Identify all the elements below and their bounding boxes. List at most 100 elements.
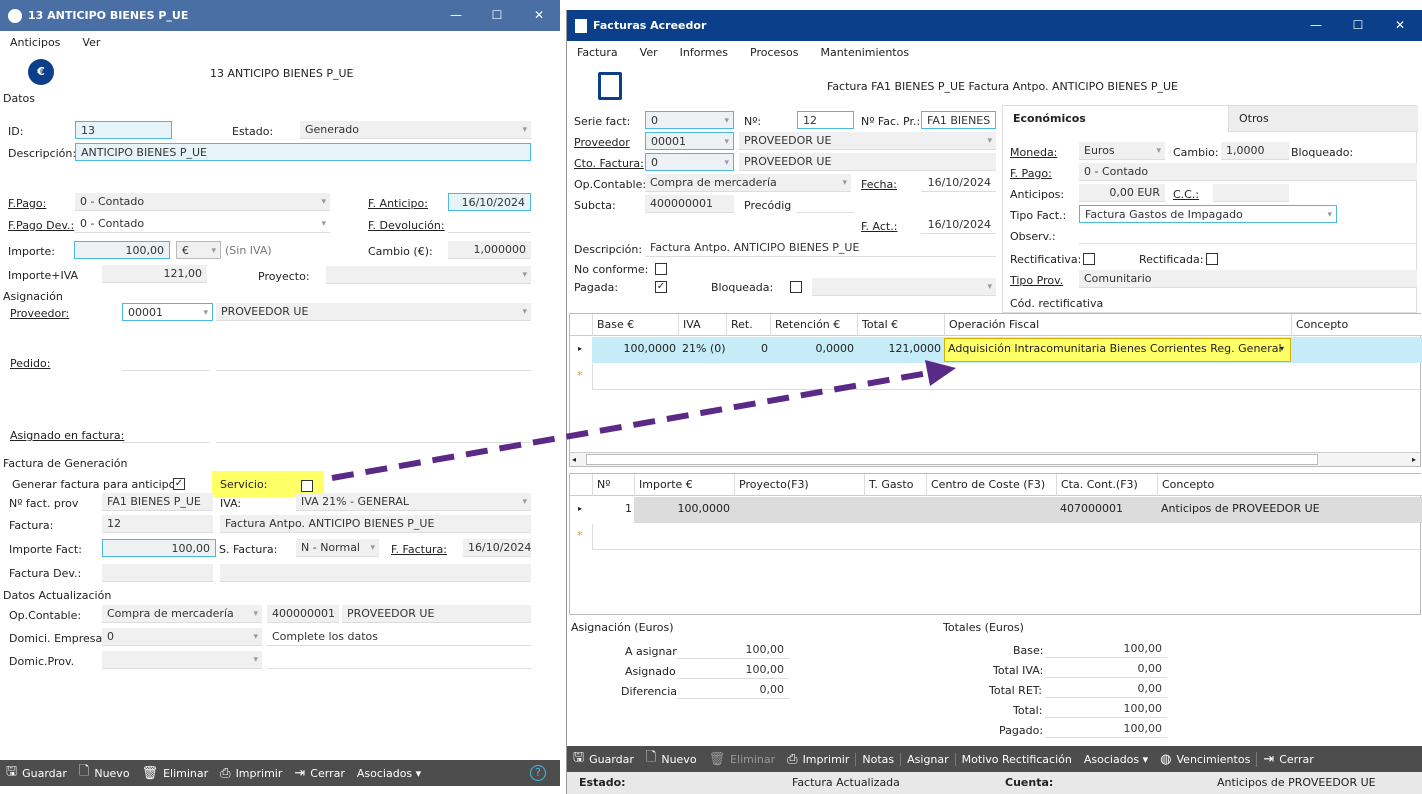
domprov-select[interactable] [102,651,262,669]
estado-select[interactable]: Generado [300,121,531,139]
fecha-label[interactable]: Fecha: [861,178,897,191]
bloqueada-checkbox[interactable] [790,281,802,293]
menu-anticipos[interactable]: Anticipos [10,36,60,49]
motivo-rectificacion-button[interactable]: Motivo Rectificación [954,752,1078,766]
rectificada-checkbox[interactable] [1206,253,1218,265]
tab-economicos[interactable]: Económicos [1003,106,1229,132]
pagada-checkbox[interactable]: ✓ [655,281,667,293]
guardar-button[interactable]: 🖫 Guardar [0,762,73,784]
scroll-thumb[interactable] [586,454,1318,465]
horizontal-scrollbar[interactable]: ◂ ▸ [570,452,1420,466]
proveedor-code-select[interactable]: 00001 [122,303,213,321]
col-cta[interactable]: Cta. Cont.(F3) [1056,474,1157,496]
col-total[interactable]: Total € [857,314,944,336]
pedido-field[interactable] [122,353,209,371]
fact-label[interactable]: F. Act.: [861,220,897,233]
opcont-select[interactable]: Compra de mercadería [645,174,851,192]
asignado-label[interactable]: Asignado en factura: [10,429,124,442]
currency-select[interactable]: € [176,241,221,259]
precodig-field[interactable] [797,195,854,213]
imprimir-button[interactable]: ⎙ Imprimir [781,752,855,767]
maximize-button[interactable]: ☐ [1335,10,1381,41]
bloqueada-select[interactable] [812,278,996,296]
cerrar-button[interactable]: ⇥ Cerrar [1256,751,1319,767]
col-ret[interactable]: Ret. [726,314,770,336]
menu-ver[interactable]: Ver [82,36,100,49]
tab-otros[interactable]: Otros [1229,106,1418,132]
menu-procesos[interactable]: Procesos [750,46,798,59]
col-concepto[interactable]: Concepto [1291,314,1422,336]
fact-field[interactable]: 16/10/2024 [921,216,996,234]
col-centro[interactable]: Centro de Coste (F3) [926,474,1056,496]
fanticipo-field[interactable]: 16/10/2024 [448,193,531,211]
minimize-button[interactable]: — [1293,10,1339,41]
cc-label[interactable]: C.C.: [1173,188,1199,201]
descripcion-field[interactable]: Factura Antpo. ANTICIPO BIENES P_UE [645,239,996,257]
nfacpr-field[interactable]: FA1 BIENES [921,111,996,129]
cto-select[interactable]: 0 [645,153,734,171]
fpagodev-select[interactable]: 0 - Contado [75,215,330,233]
maximize-button[interactable]: ☐ [474,0,520,31]
pedido-label[interactable]: Pedido: [10,357,50,370]
eliminar-button[interactable]: 🗑 Eliminar [136,766,215,781]
fpago-label[interactable]: F.Pago: [8,197,46,210]
serie-select[interactable]: 0 [645,111,734,129]
col-tgasto[interactable]: T. Gasto [864,474,926,496]
minimize-button[interactable]: — [433,0,479,31]
ffact-label[interactable]: F. Factura: [391,543,447,556]
moneda-select[interactable]: Euros [1079,142,1165,160]
proveedor-label[interactable]: Proveedor [574,136,630,149]
col-iva[interactable]: IVA [678,314,726,336]
nuevo-button[interactable]: 🗋 Nuevo [73,762,136,784]
opfiscal-select[interactable]: Adquisición Intracomunitaria Bienes Corr… [944,338,1291,362]
proyecto-select[interactable] [326,266,531,284]
importe-field[interactable]: 100,00 [74,241,170,259]
col-opfiscal[interactable]: Operación Fiscal [944,314,1291,336]
servicio-checkbox[interactable] [301,480,313,492]
impfact-field[interactable]: 100,00 [102,539,216,557]
sfact-select[interactable]: N - Normal [296,539,379,557]
opcont-select[interactable]: Compra de mercadería [102,605,262,623]
n-field[interactable]: 12 [797,111,854,129]
col-n[interactable]: Nº [592,474,634,496]
col-proyecto[interactable]: Proyecto(F3) [734,474,864,496]
col-concepto2[interactable]: Concepto [1157,474,1422,496]
nuevo-button[interactable]: 🗋 Nuevo [640,748,703,770]
new-row[interactable] [592,364,1422,390]
tipoprov-label[interactable]: Tipo Prov. [1010,274,1063,287]
fdevolucion-field[interactable] [448,215,531,233]
table-row[interactable]: ▸ 100,0000 21% (0) 0 0,0000 121,0000 Adq… [570,337,1422,363]
col-base[interactable]: Base € [592,314,678,336]
col-importe[interactable]: Importe € [634,474,734,496]
nfact-field[interactable]: FA1 BIENES P_UE [102,493,213,511]
noconforme-checkbox[interactable] [655,263,667,275]
asignar-button[interactable]: Asignar [900,752,955,766]
new-row[interactable] [592,524,1422,550]
domemp-select[interactable]: 0 [102,628,262,646]
ffact-field[interactable]: 16/10/2024 [463,539,531,557]
guardar-button[interactable]: 🖫 Guardar [567,748,640,770]
help-icon[interactable]: ? [524,765,552,781]
menu-factura[interactable]: Factura [577,46,618,59]
fpago-select[interactable]: 0 - Contado [75,193,330,211]
tipofact-select[interactable]: Factura Gastos de Impagado [1079,205,1337,223]
cambio-field[interactable]: 1,0000 [1221,142,1289,160]
cambio-field[interactable]: 1,000000 [448,241,531,259]
descripcion-field[interactable]: ANTICIPO BIENES P_UE [75,143,531,161]
iva-select[interactable]: IVA 21% - GENERAL [296,493,531,511]
menu-mantenimientos[interactable]: Mantenimientos [820,46,909,59]
fpagodev-label[interactable]: F.Pago Dev.: [8,219,74,232]
eliminar-button[interactable]: 🗑 Eliminar [703,752,782,767]
proveedor-label[interactable]: Proveedor: [10,307,69,320]
rectificativa-checkbox[interactable] [1083,253,1095,265]
cerrar-button[interactable]: ⇥ Cerrar [288,766,350,781]
asociados-button[interactable]: Asociados ▾ [1078,753,1154,766]
asociados-button[interactable]: Asociados ▾ [351,767,427,780]
generar-checkbox[interactable]: ✓ [173,478,185,490]
table-row[interactable]: ▸ 1 100,0000 407000001 Anticipos de PROV… [570,497,1422,523]
id-field[interactable]: 13 [75,121,172,139]
scroll-right-icon[interactable]: ▸ [1412,453,1416,467]
proveedor-code-select[interactable]: 00001 [645,132,734,150]
col-retencion[interactable]: Retención € [770,314,857,336]
fanticipo-label[interactable]: F. Anticipo: [368,197,428,210]
